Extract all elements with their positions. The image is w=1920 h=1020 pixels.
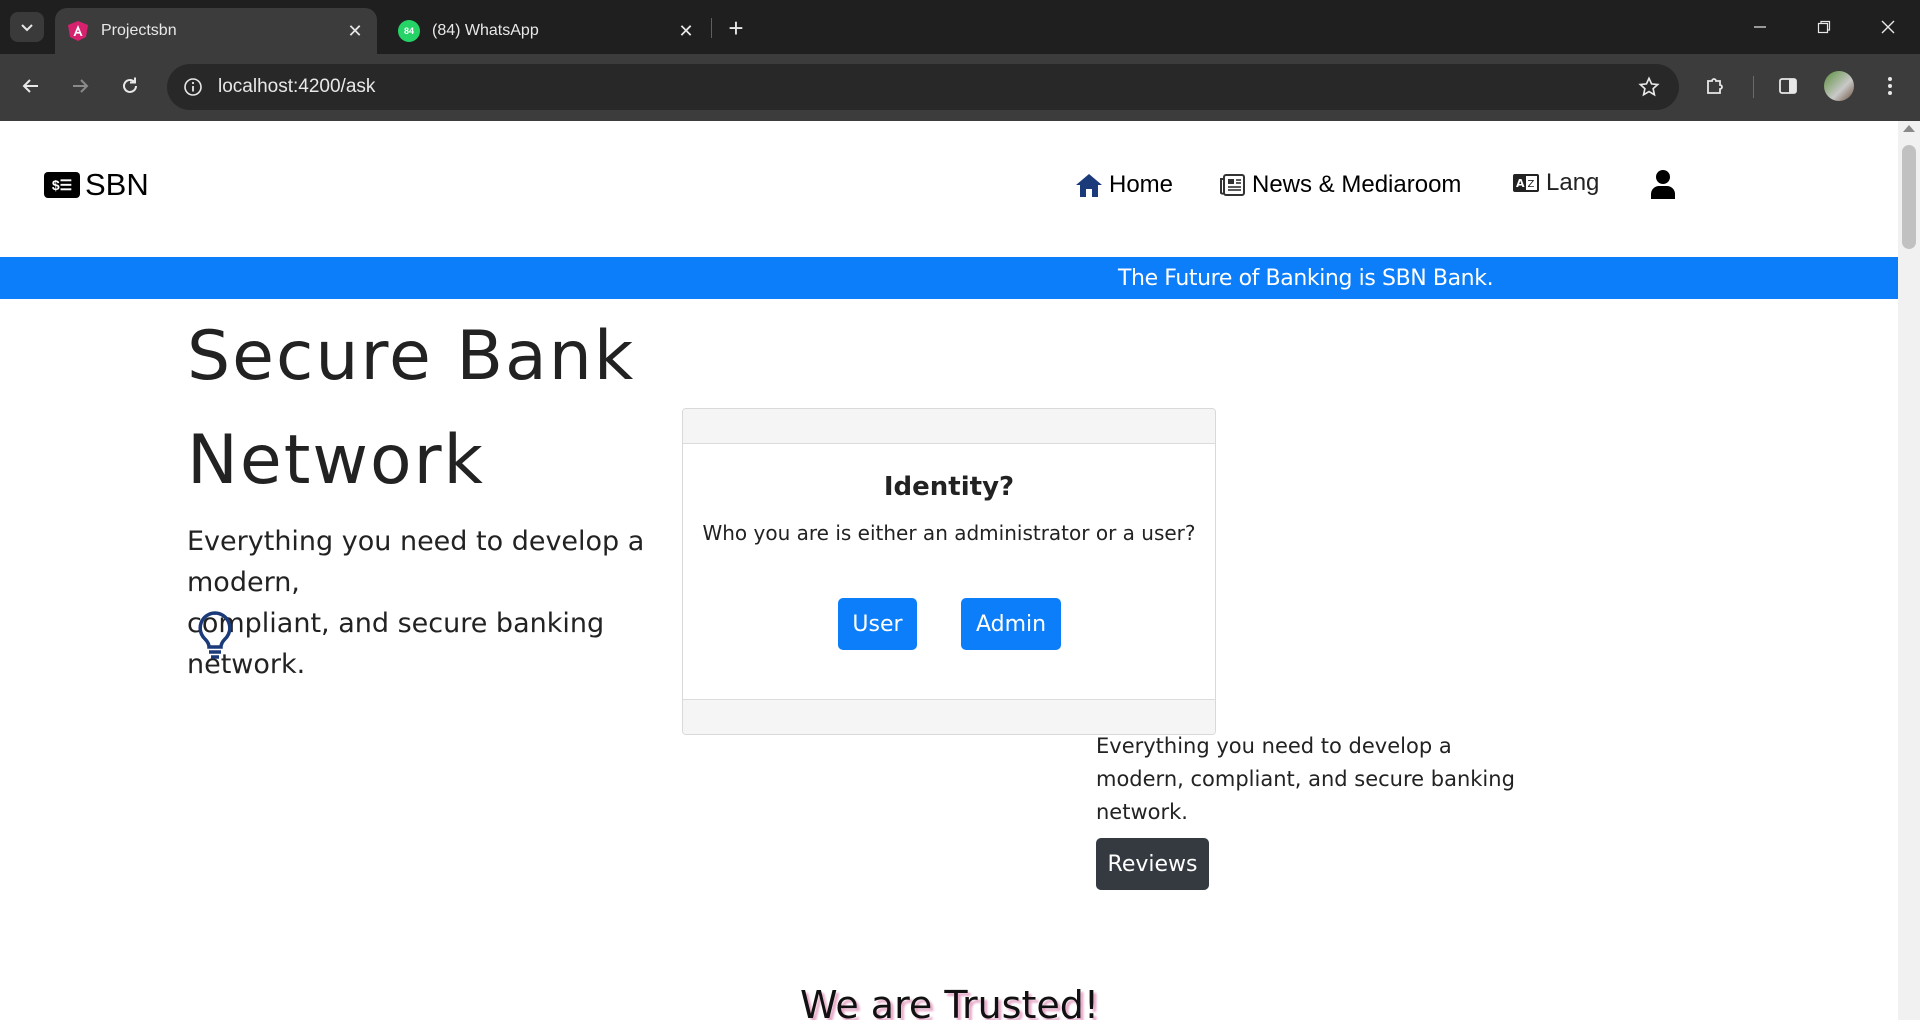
restore-icon [1817,20,1831,34]
tab-separator [711,18,712,38]
bookmark-star-icon[interactable] [1637,75,1661,99]
tab-search-button[interactable] [10,12,44,42]
hero-subtitle-line1: Everything you need to develop a modern, [187,526,645,598]
nav-lang-link[interactable]: AZ Lang [1512,169,1599,197]
nav-news-label: News & Mediaroom [1252,171,1462,198]
close-window-button[interactable] [1868,12,1908,42]
minimize-icon [1754,26,1766,28]
toolbar-separator [1753,76,1754,98]
identity-modal: Identity? Who you are is either an admin… [682,408,1216,735]
arrow-right-icon [73,79,89,93]
nav-home-link[interactable]: Home [1075,171,1173,199]
tab-projectsbn[interactable]: Projectsbn ✕ [55,8,377,54]
new-tab-button[interactable]: + [722,13,750,43]
tab-whatsapp[interactable]: 84 (84) WhatsApp ✕ [386,8,708,54]
user-button[interactable]: User [838,598,917,650]
marquee-banner: The Future of Banking is SBN Bank. [0,257,1898,299]
side-description: Everything you need to develop a modern,… [1096,734,1515,824]
reviews-button[interactable]: Reviews [1096,838,1209,890]
lightbulb-icon [195,610,235,665]
more-vertical-icon [1888,77,1892,95]
brand-name: SBN [85,167,149,202]
browser-toolbar: localhost:4200/ask [0,54,1920,121]
brand-logo-link[interactable]: $☰ SBN [44,167,149,203]
chevron-down-icon [21,24,33,32]
banner-text: The Future of Banking is SBN Bank. [1118,266,1494,291]
nav-news-link[interactable]: News & Mediaroom [1220,171,1461,199]
trusted-heading: We are Trusted! [800,983,1100,1020]
hero-subtitle-line2: compliant, and secure banking network. [187,608,605,680]
angular-icon [67,20,89,42]
back-button[interactable] [13,68,49,104]
whatsapp-icon: 84 [398,20,420,42]
close-icon [1881,20,1895,34]
site-info-icon[interactable] [181,75,205,99]
admin-button[interactable]: Admin [961,598,1061,650]
modal-footer [683,699,1215,734]
close-tab-icon[interactable]: ✕ [341,17,369,45]
tab-title: Projectsbn [101,22,177,39]
modal-message: Who you are is either an administrator o… [702,521,1196,545]
extensions-button[interactable] [1700,71,1730,101]
side-panel-icon [1779,78,1797,94]
svg-text:Z: Z [1528,179,1535,190]
url-text: localhost:4200/ask [218,76,376,97]
hero-title: Secure Bank Network [187,305,635,513]
nav-lang-label: Lang [1546,169,1600,196]
address-bar[interactable]: localhost:4200/ask [167,64,1679,110]
forward-button[interactable] [62,68,98,104]
newspaper-icon [1220,174,1245,196]
hero-subtitle: Everything you need to develop a modern,… [187,521,707,685]
browser-tab-bar: Projectsbn ✕ 84 (84) WhatsApp ✕ + [0,0,1920,54]
tab-title: (84) WhatsApp [432,22,539,39]
home-icon [1076,174,1102,197]
reload-icon [123,77,137,93]
site-navbar: $☰ SBN Home News & Mediaroom AZ Lang [0,121,1898,257]
restore-button[interactable] [1804,12,1844,42]
modal-title: Identity? [883,472,1015,502]
reload-button[interactable] [112,68,148,104]
profile-avatar[interactable] [1824,71,1854,101]
side-panel-button[interactable] [1773,71,1803,101]
account-link[interactable] [1650,169,1682,199]
svg-text:A: A [1516,177,1525,190]
nav-home-label: Home [1109,171,1174,198]
scrollbar-thumb[interactable] [1902,145,1916,249]
notification-badge: 84 [403,26,414,36]
minimize-button[interactable] [1740,12,1780,42]
scroll-up-arrow[interactable] [1903,125,1915,132]
arrow-left-icon [22,79,38,93]
browser-menu-button[interactable] [1875,71,1905,101]
hero-title-line1: Secure Bank [187,317,636,396]
close-tab-icon[interactable]: ✕ [672,17,700,45]
page-scrollbar[interactable] [1898,121,1920,1020]
user-icon [1651,170,1675,199]
money-bill-icon: $☰ [44,172,80,198]
hero-title-line2: Network [187,421,485,500]
modal-header [683,409,1215,444]
puzzle-icon [1707,78,1723,94]
language-icon: AZ [1513,174,1539,192]
